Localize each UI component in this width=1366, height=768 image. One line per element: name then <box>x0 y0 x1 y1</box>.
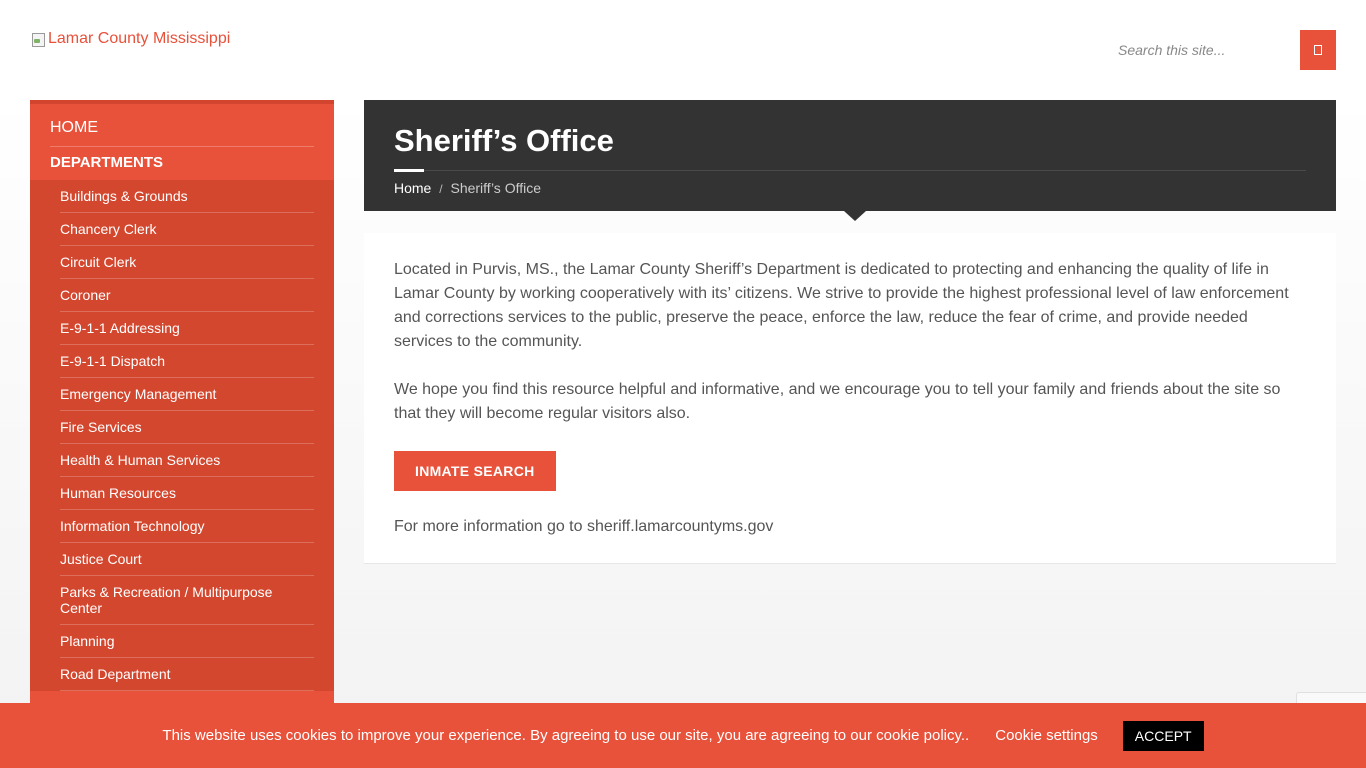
search-button[interactable] <box>1300 30 1336 70</box>
breadcrumb-home-link[interactable]: Home <box>394 180 431 196</box>
nav-home[interactable]: HOME <box>30 104 334 146</box>
resource-paragraph: We hope you find this resource helpful a… <box>394 381 1281 422</box>
sidebar-item-parks-recreation[interactable]: Parks & Recreation / Multipurpose Center <box>60 576 314 625</box>
search-input[interactable] <box>1106 30 1300 70</box>
sidebar-item-justice-court[interactable]: Justice Court <box>60 543 314 576</box>
page-title: Sheriff’s Office <box>394 123 614 158</box>
sidebar-item-health-human-services[interactable]: Health & Human Services <box>60 444 314 477</box>
sidebar-item-planning[interactable]: Planning <box>60 625 314 658</box>
breadcrumb-current: Sheriff’s Office <box>450 180 542 196</box>
inmate-search-button[interactable]: INMATE SEARCH <box>394 451 556 491</box>
title-divider <box>394 169 1306 172</box>
sidebar-item-e911-dispatch[interactable]: E-9-1-1 Dispatch <box>60 345 314 378</box>
sidebar-item-information-technology[interactable]: Information Technology <box>60 510 314 543</box>
sidebar-item-coroner[interactable]: Coroner <box>60 279 314 312</box>
broken-image-icon <box>30 31 46 47</box>
sidebar-item-circuit-clerk[interactable]: Circuit Clerk <box>60 246 314 279</box>
cookie-message: This website uses cookies to improve you… <box>162 727 970 744</box>
page-header: Sheriff’s Office Home / Sheriff’s Office <box>364 100 1336 221</box>
cookie-consent-bar: This website uses cookies to improve you… <box>0 703 1366 768</box>
sidebar-item-e911-addressing[interactable]: E-9-1-1 Addressing <box>60 312 314 345</box>
sidebar-item-chancery-clerk[interactable]: Chancery Clerk <box>60 213 314 246</box>
breadcrumb: Home / Sheriff’s Office <box>394 180 1306 196</box>
more-info-text: For more information go to sheriff.lamar… <box>394 518 774 535</box>
sidebar-item-fire-services[interactable]: Fire Services <box>60 411 314 444</box>
logo-alt-text: Lamar County Mississippi <box>48 30 231 47</box>
departments-submenu: Buildings & Grounds Chancery Clerk Circu… <box>30 180 334 691</box>
sidebar-item-emergency-management[interactable]: Emergency Management <box>60 378 314 411</box>
site-search <box>1106 30 1336 70</box>
sidebar-nav: HOME DEPARTMENTS Buildings & Grounds Cha… <box>30 100 334 703</box>
sidebar-item-road-department[interactable]: Road Department <box>60 658 314 691</box>
header-pointer-arrow <box>844 211 866 221</box>
main-content: Located in Purvis, MS., the Lamar County… <box>364 233 1336 564</box>
breadcrumb-separator: / <box>439 182 443 196</box>
accept-cookies-button[interactable]: ACCEPT <box>1122 720 1204 751</box>
nav-departments[interactable]: DEPARTMENTS <box>30 147 334 180</box>
cookie-settings-link[interactable]: Cookie settings <box>995 727 1098 744</box>
site-logo[interactable]: Lamar County Mississippi <box>30 30 230 48</box>
sidebar-item-human-resources[interactable]: Human Resources <box>60 477 314 510</box>
sidebar-item-buildings-grounds[interactable]: Buildings & Grounds <box>60 180 314 213</box>
search-icon <box>1314 45 1322 55</box>
title-accent-bar <box>394 169 424 172</box>
intro-paragraph: Located in Purvis, MS., the Lamar County… <box>394 261 1289 350</box>
